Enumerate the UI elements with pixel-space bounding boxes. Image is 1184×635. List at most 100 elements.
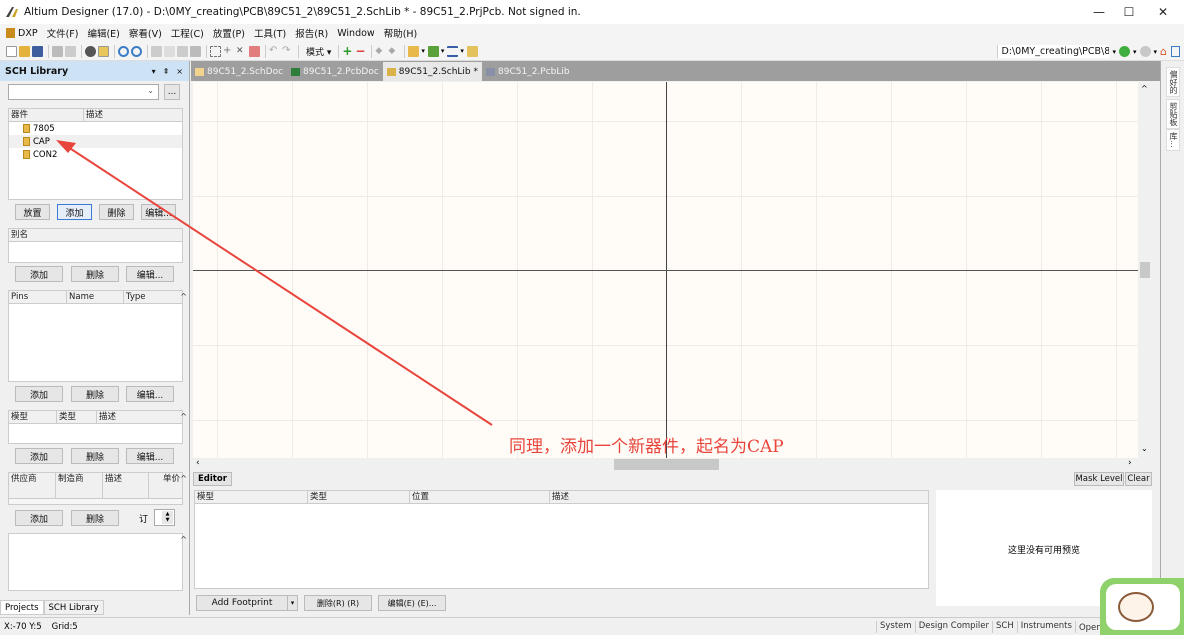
tab-clipboard[interactable]: 剪贴板 [1166,99,1180,129]
col-description[interactable]: 描述 [550,491,928,503]
component-row-con2[interactable]: CON2 [9,148,182,161]
mask-level-button[interactable]: Mask Level [1074,472,1124,486]
col-pins[interactable]: Pins [9,291,67,303]
clear-filter-icon[interactable] [249,45,260,57]
pins-list[interactable]: Pins Name Type [8,290,183,382]
add-supplier-button[interactable]: 添加 [15,510,63,526]
models-table[interactable]: 模型 类型 位置 描述 [194,490,929,589]
tab-sch-library[interactable]: SCH Library [43,600,104,615]
bookmark-icon[interactable] [1171,46,1180,57]
menu-view[interactable]: 察看(V) [129,26,162,40]
menu-help[interactable]: 帮助(H) [384,26,418,40]
select-area-icon[interactable] [210,45,221,57]
maximize-button[interactable]: ☐ [1112,0,1146,24]
tab-schlib[interactable]: 89C51_2.SchLib * [382,62,483,81]
tab-schdoc[interactable]: 89C51_2.SchDoc [191,62,287,81]
delete-pin-button[interactable]: 删除 [71,386,119,402]
col-supplier-desc[interactable]: 描述 [103,473,149,498]
menu-edit[interactable]: 编辑(E) [87,26,119,40]
save-icon[interactable] [32,45,43,57]
add-alias-button[interactable]: 添加 [15,266,63,282]
folder-icon[interactable] [466,45,478,57]
home-icon[interactable]: ⌂ [1160,45,1167,58]
edit-footprint-button[interactable]: 编辑(E) (E)... [378,595,446,611]
path-field[interactable]: D:\0MY_creating\PCB\89 [997,45,1110,58]
component-row-7805[interactable]: 7805 [9,122,182,135]
col-type[interactable]: Type [124,291,182,303]
vscroll-thumb[interactable] [1140,262,1150,278]
rubber-stamp-icon[interactable] [190,45,201,57]
models-list[interactable]: 模型 类型 描述 [8,410,183,444]
col-manufacturer[interactable]: 制造商 [56,473,103,498]
scroll-left-icon[interactable]: ‹ [196,458,200,468]
col-component[interactable]: 器件 [9,109,84,121]
col-model[interactable]: 模型 [9,411,57,423]
menu-tools[interactable]: 工具(T) [254,26,286,40]
add-footprint-button[interactable]: Add Footprint [196,595,288,611]
scroll-down-icon[interactable]: ⌄ [1141,444,1148,453]
filter-combo[interactable]: ⌄ [8,84,159,100]
menu-dxp[interactable]: DXP [18,28,38,39]
col-supplier[interactable]: 供应商 [9,473,56,498]
tab-favorites[interactable]: 偏好的 [1166,67,1180,97]
new-file-icon[interactable] [6,45,17,57]
deselect-icon[interactable]: ✕ [236,46,247,57]
panel-instruments[interactable]: Instruments [1016,620,1075,633]
edit-pin-button[interactable]: 编辑... [126,386,174,402]
window-icon[interactable] [98,45,109,57]
panel-design-compiler[interactable]: Design Compiler [914,620,992,633]
clear-button[interactable]: Clear [1125,472,1152,486]
panel-menu-icon[interactable]: ▾ [152,67,156,76]
place-button[interactable]: 放置 [15,204,50,220]
edit-alias-button[interactable]: 编辑... [126,266,174,282]
menu-file[interactable]: 文件(F) [47,26,79,40]
menu-reports[interactable]: 报告(R) [295,26,328,40]
col-type[interactable]: 类型 [308,491,410,503]
col-name[interactable]: Name [67,291,124,303]
schematic-canvas[interactable] [193,82,1138,458]
pin-icon[interactable]: ⇞ [163,67,170,76]
add-pin-button[interactable]: 添加 [15,386,63,402]
collapse-icon[interactable]: ^ [180,474,187,483]
tab-libraries[interactable]: 库... [1166,129,1180,151]
add-icon[interactable]: + [342,45,353,57]
collapse-icon[interactable]: ^ [180,412,187,421]
supplier-list[interactable]: 供应商 制造商 描述 单价 [8,472,183,505]
delete-model-button[interactable]: 删除 [71,448,119,464]
open-folder-icon[interactable] [19,45,30,57]
delete-supplier-button[interactable]: 删除 [71,510,119,526]
col-description[interactable]: 描述 [84,109,182,121]
menu-project[interactable]: 工程(C) [171,26,204,40]
grid-icon[interactable] [447,45,459,57]
move-icon[interactable]: + [223,45,234,57]
tab-pcbdoc[interactable]: 89C51_2.PcbDoc [287,62,383,81]
back-icon[interactable] [1118,46,1130,57]
add-component-button[interactable]: 添加 [57,204,92,220]
delete-component-button[interactable]: 删除 [99,204,134,220]
undo-icon[interactable]: ↶ [269,45,280,57]
zoom-out-icon[interactable] [131,45,142,57]
paste-icon[interactable] [177,45,188,57]
component-row-cap[interactable]: CAP [9,135,182,148]
remove-icon[interactable]: − [355,45,366,57]
menu-window[interactable]: Window [337,28,374,39]
tab-projects[interactable]: Projects [0,600,44,615]
browse-button[interactable]: ... [164,84,180,100]
scroll-right-icon[interactable]: › [1128,458,1132,468]
panel-sch[interactable]: SCH [992,620,1017,633]
col-model[interactable]: 模型 [195,491,308,503]
panel-system[interactable]: System [876,620,915,633]
print-preview-icon[interactable] [65,45,76,57]
print-icon[interactable] [52,45,63,57]
edit-model-button[interactable]: 编辑... [126,448,174,464]
col-model-type[interactable]: 类型 [57,411,97,423]
next-icon[interactable]: ◆ [388,46,399,57]
tab-pcblib[interactable]: 89C51_2.PcbLib [482,62,574,81]
zoom-in-icon[interactable] [118,45,129,57]
menu-place[interactable]: 放置(P) [213,26,245,40]
drawing-tools-icon[interactable] [427,45,439,57]
components-list[interactable]: 器件 描述 7805 CAP CON2 [8,108,183,200]
collapse-icon[interactable]: ^ [180,535,187,544]
cut-icon[interactable] [151,45,162,57]
collapse-icon[interactable]: ^ [180,292,187,301]
